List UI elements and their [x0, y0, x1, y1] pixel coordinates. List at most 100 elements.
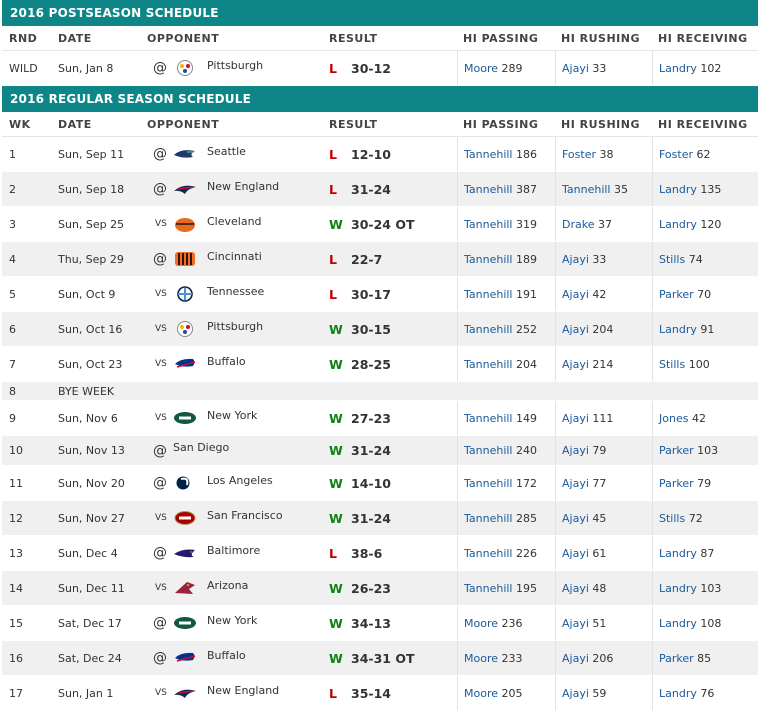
final-score[interactable]: 22-7: [351, 252, 382, 267]
opponent-name[interactable]: Buffalo: [207, 355, 246, 368]
player-link[interactable]: Tannehill: [464, 288, 513, 301]
player-link[interactable]: Ajayi: [562, 617, 589, 630]
opponent-cell[interactable]: @ New England: [147, 180, 323, 198]
player-link[interactable]: Stills: [659, 253, 685, 266]
opponent-name[interactable]: Tennessee: [207, 285, 264, 298]
player-link[interactable]: Landry: [659, 582, 697, 595]
opponent-cell[interactable]: @ Cincinnati: [147, 250, 323, 268]
player-link[interactable]: Jones: [659, 412, 688, 425]
game-result[interactable]: W 27-23: [323, 401, 457, 435]
game-result[interactable]: W 14-10: [323, 466, 457, 500]
final-score[interactable]: 30-17: [351, 287, 391, 302]
opponent-name[interactable]: New England: [207, 180, 279, 193]
player-link[interactable]: Drake: [562, 218, 594, 231]
player-link[interactable]: Parker: [659, 477, 694, 490]
player-link[interactable]: Ajayi: [562, 323, 589, 336]
player-link[interactable]: Stills: [659, 358, 685, 371]
opponent-cell[interactable]: VS Pittsburgh: [147, 320, 323, 337]
opponent-cell[interactable]: VS San Francisco: [147, 509, 323, 526]
opponent-cell[interactable]: @ Seattle: [147, 145, 323, 163]
opponent-name[interactable]: Pittsburgh: [207, 59, 263, 72]
game-result[interactable]: W 28-25: [323, 347, 457, 381]
player-link[interactable]: Tannehill: [464, 358, 513, 371]
opponent-cell[interactable]: @ San Diego: [147, 441, 323, 459]
player-link[interactable]: Ajayi: [562, 512, 589, 525]
opponent-name[interactable]: New York: [207, 614, 257, 627]
player-link[interactable]: Tannehill: [464, 183, 513, 196]
game-result[interactable]: L 12-10: [323, 137, 457, 171]
player-link[interactable]: Foster: [659, 148, 693, 161]
player-link[interactable]: Ajayi: [562, 477, 589, 490]
opponent-cell[interactable]: @ Pittsburgh: [147, 59, 323, 76]
player-link[interactable]: Ajayi: [562, 288, 589, 301]
player-link[interactable]: Ajayi: [562, 652, 589, 665]
opponent-name[interactable]: New York: [207, 409, 257, 422]
opponent-name[interactable]: Pittsburgh: [207, 320, 263, 333]
player-link[interactable]: Ajayi: [562, 358, 589, 371]
player-link[interactable]: Ajayi: [562, 547, 589, 560]
game-result[interactable]: W 30-24 OT: [323, 207, 457, 241]
game-result[interactable]: W 31-24: [323, 436, 457, 465]
game-result[interactable]: L 22-7: [323, 242, 457, 276]
game-result[interactable]: L 38-6: [323, 536, 457, 570]
player-link[interactable]: Landry: [659, 62, 697, 75]
player-link[interactable]: Landry: [659, 183, 697, 196]
final-score[interactable]: 35-14: [351, 686, 391, 701]
player-link[interactable]: Parker: [659, 288, 694, 301]
final-score[interactable]: 30-24 OT: [351, 217, 414, 232]
player-link[interactable]: Tannehill: [464, 477, 513, 490]
player-link[interactable]: Moore: [464, 617, 498, 630]
game-result[interactable]: L 35-14: [323, 676, 457, 710]
player-link[interactable]: Tannehill: [464, 444, 513, 457]
player-link[interactable]: Ajayi: [562, 687, 589, 700]
final-score[interactable]: 12-10: [351, 147, 391, 162]
game-result[interactable]: W 26-23: [323, 571, 457, 605]
final-score[interactable]: 30-15: [351, 322, 391, 337]
final-score[interactable]: 38-6: [351, 546, 382, 561]
opponent-cell[interactable]: VS Tennessee: [147, 285, 323, 302]
player-link[interactable]: Ajayi: [562, 62, 589, 75]
player-link[interactable]: Moore: [464, 687, 498, 700]
player-link[interactable]: Tannehill: [562, 183, 611, 196]
player-link[interactable]: Tannehill: [464, 323, 513, 336]
player-link[interactable]: Moore: [464, 62, 498, 75]
opponent-cell[interactable]: @ Los Angeles: [147, 474, 323, 492]
player-link[interactable]: Foster: [562, 148, 596, 161]
player-link[interactable]: Ajayi: [562, 253, 589, 266]
opponent-name[interactable]: New England: [207, 684, 279, 697]
player-link[interactable]: Tannehill: [464, 253, 513, 266]
final-score[interactable]: 31-24: [351, 511, 391, 526]
player-link[interactable]: Tannehill: [464, 148, 513, 161]
opponent-name[interactable]: Baltimore: [207, 544, 260, 557]
final-score[interactable]: 31-24: [351, 443, 391, 458]
game-result[interactable]: L 31-24: [323, 172, 457, 206]
final-score[interactable]: 14-10: [351, 476, 391, 491]
final-score[interactable]: 34-31 OT: [351, 651, 414, 666]
opponent-cell[interactable]: VS New England: [147, 684, 323, 701]
player-link[interactable]: Parker: [659, 444, 694, 457]
player-link[interactable]: Ajayi: [562, 582, 589, 595]
opponent-cell[interactable]: @ Buffalo: [147, 649, 323, 667]
player-link[interactable]: Tannehill: [464, 412, 513, 425]
game-result[interactable]: W 34-13: [323, 606, 457, 640]
player-link[interactable]: Stills: [659, 512, 685, 525]
opponent-name[interactable]: San Francisco: [207, 509, 283, 522]
final-score[interactable]: 30-12: [351, 61, 391, 76]
player-link[interactable]: Tannehill: [464, 512, 513, 525]
opponent-name[interactable]: Cincinnati: [207, 250, 262, 263]
opponent-cell[interactable]: @ Baltimore: [147, 544, 323, 562]
player-link[interactable]: Landry: [659, 218, 697, 231]
player-link[interactable]: Tannehill: [464, 582, 513, 595]
player-link[interactable]: Parker: [659, 652, 694, 665]
player-link[interactable]: Tannehill: [464, 218, 513, 231]
opponent-name[interactable]: Cleveland: [207, 215, 262, 228]
opponent-cell[interactable]: VS Cleveland: [147, 215, 323, 232]
game-result[interactable]: W 30-15: [323, 312, 457, 346]
opponent-cell[interactable]: @ New York: [147, 614, 323, 632]
game-result[interactable]: L 30-17: [323, 277, 457, 311]
opponent-name[interactable]: Los Angeles: [207, 474, 273, 487]
opponent-name[interactable]: San Diego: [173, 441, 229, 454]
opponent-name[interactable]: Seattle: [207, 145, 246, 158]
player-link[interactable]: Ajayi: [562, 444, 589, 457]
player-link[interactable]: Moore: [464, 652, 498, 665]
